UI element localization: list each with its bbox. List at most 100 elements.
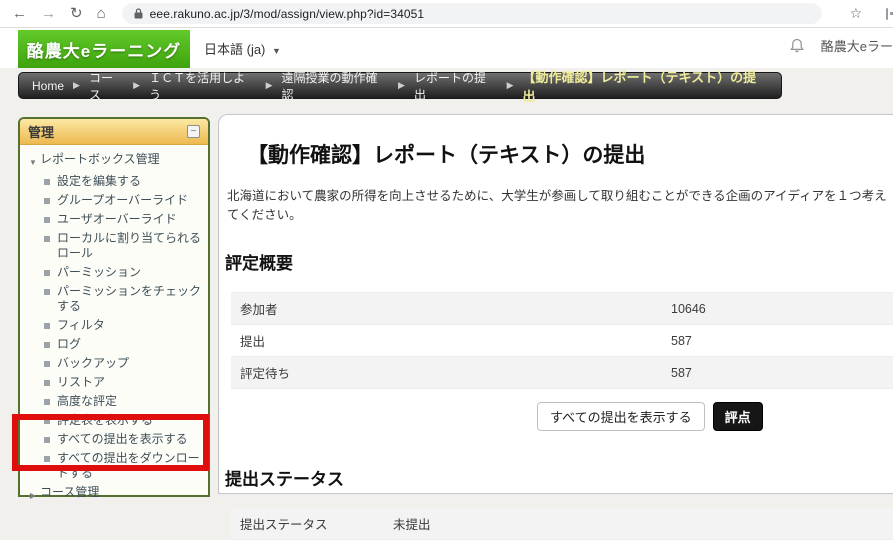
- sidebar-item-check-permissions[interactable]: パーミッションをチェックする: [24, 284, 203, 314]
- breadcrumb-separator-icon: ▶: [507, 80, 514, 91]
- sidebar-item-user-overrides[interactable]: ユーザオーバーライド: [24, 212, 203, 227]
- view-all-submissions-button[interactable]: すべての提出を表示する: [537, 402, 705, 431]
- square-bullet-icon: [44, 342, 50, 348]
- square-bullet-icon: [44, 418, 50, 424]
- address-bar[interactable]: eee.rakuno.ac.jp/3/mod/assign/view.php?i…: [122, 3, 822, 24]
- sidebar-item-label: 評定表を表示する: [57, 413, 153, 428]
- breadcrumb-separator-icon: ▶: [73, 80, 80, 91]
- table-row: 評定待ち 587: [231, 357, 893, 389]
- sidebar-item-local-roles[interactable]: ローカルに割り当てられるロール: [24, 231, 203, 261]
- square-bullet-icon: [44, 456, 50, 462]
- square-bullet-icon: [44, 236, 50, 242]
- table-row: 提出 587: [231, 325, 893, 357]
- square-bullet-icon: [44, 399, 50, 405]
- sidebar-item-label: バックアップ: [57, 356, 129, 371]
- page-title: 【動作確認】レポート（テキスト）の提出: [247, 139, 893, 169]
- reload-icon[interactable]: ↻: [70, 6, 83, 21]
- sidebar-item-label: レポートボックス管理: [40, 152, 160, 170]
- breadcrumb-course[interactable]: ＩＣＴを活用しよう: [149, 69, 257, 103]
- browser-extension-icon[interactable]: [886, 8, 888, 20]
- sidebar-item-label: コース管理: [40, 485, 99, 503]
- sidebar-item-restore[interactable]: リストア: [24, 375, 203, 390]
- header-user-link[interactable]: 酪農大eラー: [821, 36, 893, 55]
- row-value: 587: [671, 366, 692, 380]
- sidebar-item-view-gradebook[interactable]: 評定表を表示する: [24, 413, 203, 428]
- administration-block: 管理 − ▼ レポートボックス管理 設定を編集する グループオーバーライド ユー…: [18, 117, 210, 497]
- language-label: 日本語 (ja): [204, 42, 265, 57]
- site-header: 酪農大eラーニング 日本語 (ja) ▼ 酪農大eラー: [0, 28, 893, 68]
- table-row: 参加者 10646: [231, 293, 893, 325]
- grade-button[interactable]: 評点: [713, 402, 763, 431]
- sidebar-item-label: すべての提出をダウンロードする: [57, 451, 203, 481]
- breadcrumb-section[interactable]: 遠隔授業の動作確認: [282, 69, 390, 103]
- tree-expanded-icon[interactable]: ▼: [26, 152, 40, 170]
- sidebar-item-view-all-submissions[interactable]: すべての提出を表示する: [24, 432, 203, 447]
- url-text: eee.rakuno.ac.jp/3/mod/assign/view.php?i…: [150, 7, 425, 21]
- collapse-block-icon[interactable]: −: [187, 125, 200, 138]
- breadcrumb-current-page: 【動作確認】レポート（テキスト）の提出: [523, 67, 768, 105]
- square-bullet-icon: [44, 361, 50, 367]
- sidebar-item-label: リストア: [57, 375, 105, 390]
- sidebar-item-advanced-grading[interactable]: 高度な評定: [24, 394, 203, 409]
- row-value: 587: [671, 334, 692, 348]
- sidebar-item-assignment-admin[interactable]: ▼ レポートボックス管理: [24, 152, 203, 170]
- table-row: 提出ステータス 未提出: [231, 508, 893, 540]
- site-logo[interactable]: 酪農大eラーニング: [18, 30, 190, 68]
- sidebar-item-label: フィルタ: [57, 318, 105, 333]
- block-title: 管理: [28, 122, 54, 141]
- row-label: 評定待ち: [231, 363, 671, 382]
- sidebar-item-label: すべての提出を表示する: [57, 432, 188, 447]
- chevron-down-icon: ▼: [272, 46, 281, 56]
- sidebar-item-download-all-submissions[interactable]: すべての提出をダウンロードする: [24, 451, 203, 481]
- home-icon[interactable]: ⌂: [97, 6, 106, 21]
- language-selector[interactable]: 日本語 (ja) ▼: [204, 39, 281, 58]
- square-bullet-icon: [44, 323, 50, 329]
- breadcrumb-separator-icon: ▶: [266, 80, 273, 91]
- row-label: 提出: [231, 331, 671, 350]
- sidebar-item-group-overrides[interactable]: グループオーバーライド: [24, 193, 203, 208]
- sidebar-item-edit-settings[interactable]: 設定を編集する: [24, 174, 203, 189]
- lock-icon: [134, 8, 143, 19]
- browser-toolbar: ← → ↻ ⌂ eee.rakuno.ac.jp/3/mod/assign/vi…: [0, 0, 893, 28]
- sidebar-item-backup[interactable]: バックアップ: [24, 356, 203, 371]
- administration-tree: ▼ レポートボックス管理 設定を編集する グループオーバーライド ユーザオーバー…: [20, 145, 208, 511]
- action-buttons: すべての提出を表示する 評点: [537, 402, 893, 431]
- submission-status-table: 提出ステータス 未提出: [231, 508, 893, 540]
- sidebar-item-label: 設定を編集する: [57, 174, 141, 189]
- tree-collapsed-icon[interactable]: ▶: [26, 485, 40, 503]
- square-bullet-icon: [44, 198, 50, 204]
- grading-summary-table: 参加者 10646 提出 587 評定待ち 587: [231, 292, 893, 389]
- forward-icon[interactable]: →: [41, 6, 56, 21]
- administration-block-header: 管理 −: [20, 119, 208, 145]
- grading-summary-heading: 評定概要: [225, 249, 893, 274]
- sidebar-item-filters[interactable]: フィルタ: [24, 318, 203, 333]
- sidebar-item-label: ローカルに割り当てられるロール: [57, 231, 203, 261]
- sidebar-item-label: パーミッション: [57, 265, 141, 280]
- row-label: 提出ステータス: [231, 514, 393, 533]
- row-label: 参加者: [231, 299, 671, 318]
- square-bullet-icon: [44, 437, 50, 443]
- sidebar-item-logs[interactable]: ログ: [24, 337, 203, 352]
- square-bullet-icon: [44, 380, 50, 386]
- sidebar-item-course-admin[interactable]: ▶ コース管理: [24, 485, 203, 503]
- sidebar-item-label: ログ: [57, 337, 81, 352]
- square-bullet-icon: [44, 179, 50, 185]
- sidebar-item-label: ユーザオーバーライド: [57, 212, 177, 227]
- breadcrumb-activity-group[interactable]: レポートの提出: [414, 69, 498, 103]
- notification-bell-icon[interactable]: [789, 38, 805, 54]
- row-value: 未提出: [393, 514, 431, 533]
- main-content: 【動作確認】レポート（テキスト）の提出 北海道において農家の所得を向上させるため…: [218, 114, 893, 494]
- breadcrumb: Home ▶ コース ▶ ＩＣＴを活用しよう ▶ 遠隔授業の動作確認 ▶ レポー…: [18, 72, 782, 99]
- breadcrumb-home[interactable]: Home: [32, 79, 64, 93]
- breadcrumb-separator-icon: ▶: [398, 80, 405, 91]
- sidebar-item-label: 高度な評定: [57, 394, 117, 409]
- breadcrumb-courses[interactable]: コース: [89, 69, 124, 103]
- row-value: 10646: [671, 302, 706, 316]
- back-icon[interactable]: ←: [12, 6, 27, 21]
- square-bullet-icon: [44, 217, 50, 223]
- submission-status-heading: 提出ステータス: [225, 465, 893, 490]
- assignment-description: 北海道において農家の所得を向上させるために、大学生が参画して取り組むことができる…: [227, 185, 893, 223]
- bookmark-star-icon[interactable]: ☆: [850, 5, 863, 22]
- sidebar-item-label: グループオーバーライド: [57, 193, 188, 208]
- sidebar-item-permissions[interactable]: パーミッション: [24, 265, 203, 280]
